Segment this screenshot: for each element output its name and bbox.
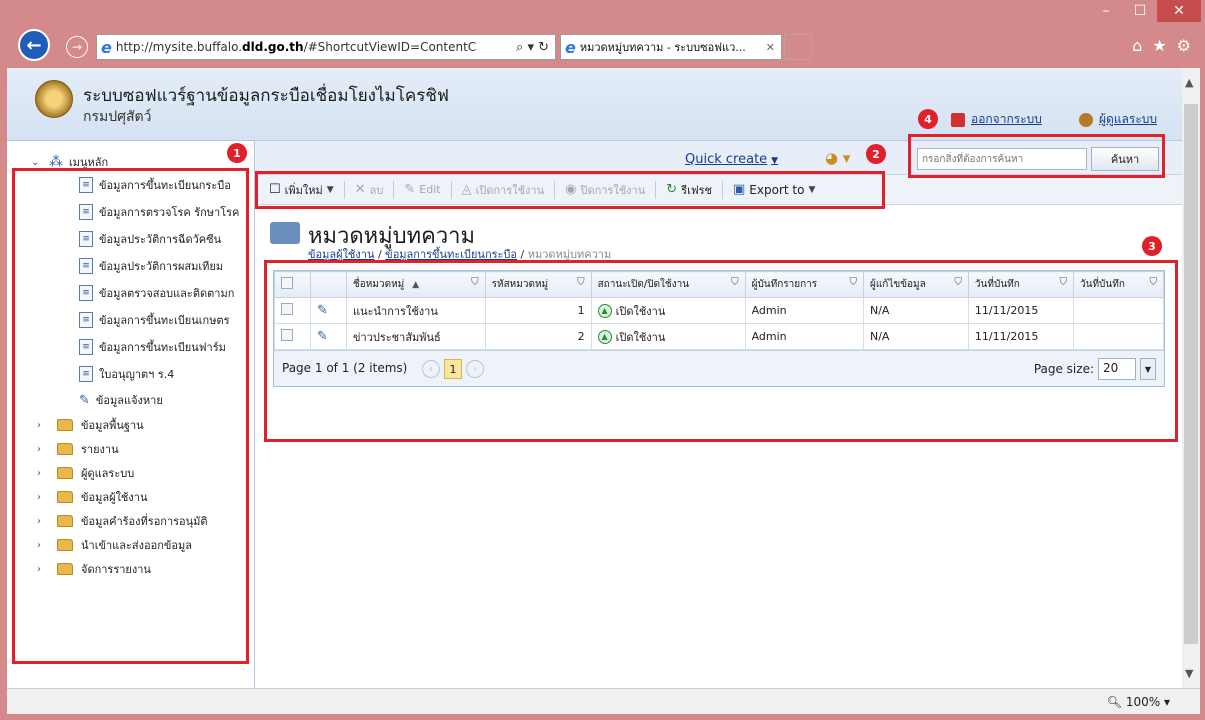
favorites-star-icon[interactable]: ★ bbox=[1152, 36, 1166, 55]
annotation-box-grid bbox=[264, 260, 1178, 442]
tab-ie-icon: e bbox=[565, 37, 576, 57]
vertical-scrollbar[interactable]: ▲ ▼ bbox=[1182, 68, 1200, 688]
close-window-button[interactable]: ✕ bbox=[1157, 0, 1201, 22]
app-subtitle: กรมปศุสัตว์ bbox=[83, 109, 152, 125]
scroll-thumb[interactable] bbox=[1184, 104, 1198, 644]
navigation-bar: ← → e http://mysite.buffalo.dld.go.th/#S… bbox=[0, 28, 1205, 62]
forward-button[interactable]: → bbox=[66, 36, 88, 58]
browser-tools: ⌂ ★ ⚙ bbox=[1132, 36, 1191, 55]
url-text: http://mysite.buffalo.dld.go.th/#Shortcu… bbox=[115, 40, 477, 54]
close-tab-icon[interactable]: ✕ bbox=[766, 41, 781, 54]
annotation-badge-4: 4 bbox=[918, 109, 938, 129]
scroll-down-icon[interactable]: ▼ bbox=[1185, 667, 1193, 680]
admin-link[interactable]: ผู้ดูแลระบบ bbox=[1079, 110, 1157, 129]
back-button[interactable]: ← bbox=[18, 29, 50, 61]
annotation-badge-3: 3 bbox=[1142, 236, 1162, 256]
theme-palette-icon[interactable]: ◕ ▾ bbox=[825, 149, 850, 167]
tab-title: หมวดหมู่บทความ - ระบบซอฟแว... bbox=[579, 41, 746, 54]
annotation-badge-1: 1 bbox=[227, 143, 247, 163]
address-bar[interactable]: e http://mysite.buffalo.dld.go.th/#Short… bbox=[96, 34, 556, 60]
app-title: ระบบซอฟแวร์ฐานข้อมูลกระบือเชื่อมโยงไมโคร… bbox=[83, 86, 449, 106]
logout-icon bbox=[951, 112, 965, 127]
browser-tab[interactable]: e หมวดหมู่บทความ - ระบบซอฟแว... ✕ bbox=[560, 34, 782, 60]
annotation-badge-2: 2 bbox=[866, 144, 886, 164]
scroll-up-icon[interactable]: ▲ bbox=[1185, 76, 1193, 89]
app-header: ระบบซอฟแวร์ฐานข้อมูลกระบือเชื่อมโยงไมโคร… bbox=[7, 68, 1182, 141]
annotation-box-toolbar bbox=[255, 171, 885, 209]
logout-link[interactable]: ออกจากระบบ bbox=[951, 110, 1042, 129]
status-bar: 🔍︎ 100% ▾ bbox=[7, 688, 1200, 714]
chevron-down-icon: ⌄ bbox=[31, 156, 40, 168]
window-controls: – ☐ ✕ bbox=[1089, 0, 1201, 26]
minimize-button[interactable]: – bbox=[1089, 0, 1123, 22]
annotation-box-sidebar bbox=[12, 168, 249, 664]
settings-gear-icon[interactable]: ⚙ bbox=[1177, 36, 1191, 55]
annotation-box-search bbox=[908, 134, 1165, 178]
zoom-dropdown-icon[interactable]: ▾ bbox=[1160, 695, 1170, 709]
home-icon[interactable]: ⌂ bbox=[1132, 36, 1142, 55]
zoom-icon: 🔍︎ bbox=[1106, 694, 1126, 709]
truck-icon bbox=[270, 222, 300, 244]
quick-create-menu[interactable]: Quick create ▼ bbox=[685, 152, 778, 167]
zoom-level[interactable]: 100% bbox=[1126, 695, 1160, 709]
new-tab-button[interactable] bbox=[784, 34, 812, 60]
ie-icon: e bbox=[101, 37, 112, 57]
department-logo bbox=[35, 80, 73, 118]
maximize-button[interactable]: ☐ bbox=[1123, 0, 1157, 22]
address-tools[interactable]: ⌕ ▾ ↻ bbox=[516, 40, 555, 55]
admin-user-icon bbox=[1079, 112, 1093, 127]
